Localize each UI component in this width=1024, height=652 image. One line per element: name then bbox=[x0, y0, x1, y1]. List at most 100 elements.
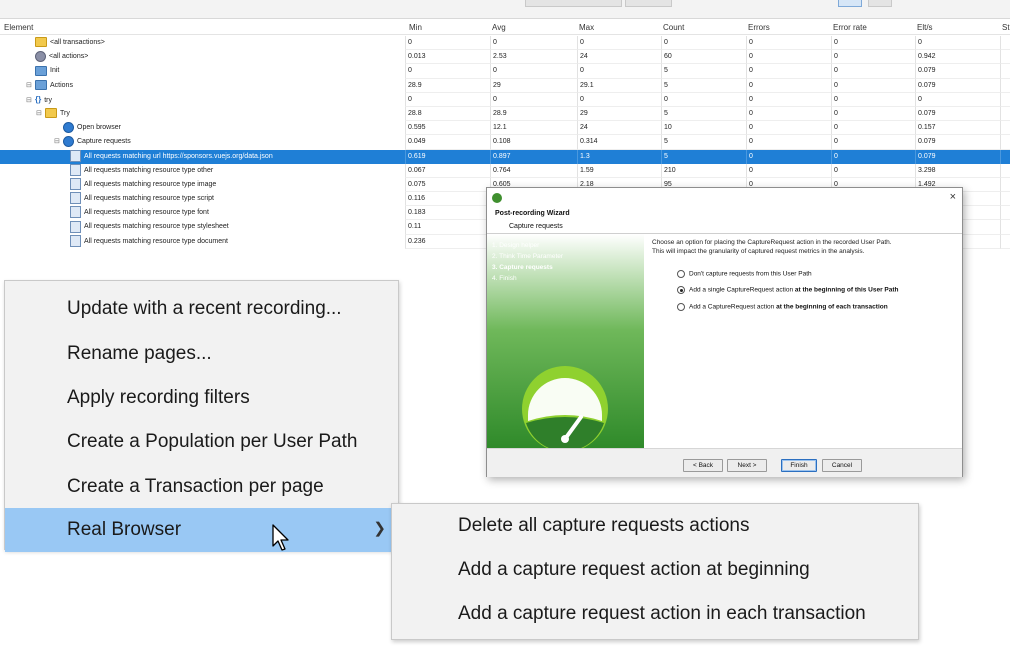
element-cell: ⊟{} try bbox=[26, 93, 52, 107]
cell-count: 5 bbox=[661, 149, 746, 164]
table-row[interactable]: All requests matching resource type othe… bbox=[0, 163, 1010, 178]
wizard-step-current: 3. Capture requests bbox=[492, 264, 553, 271]
option-text: Add a CaptureRequest action bbox=[689, 303, 777, 311]
col-errors[interactable]: Errors bbox=[748, 23, 770, 32]
cell-elts: 3.298 bbox=[915, 163, 1000, 178]
wizard-content: Choose an option for placing the Capture… bbox=[652, 238, 952, 311]
element-name: Init bbox=[50, 67, 60, 75]
option-each-transaction[interactable]: Add a CaptureRequest action at the begin… bbox=[677, 303, 888, 311]
table-row[interactable]: <all actions> 0.013 2.53 24 60 0 0 0.942 bbox=[0, 50, 1010, 65]
table-row[interactable]: Init 0 0 0 5 0 0 0.079 bbox=[0, 64, 1010, 79]
mouse-cursor-icon bbox=[272, 524, 289, 551]
page-icon bbox=[70, 220, 81, 233]
element-cell: <all transactions> bbox=[26, 36, 105, 50]
cell-min: 28.8 bbox=[405, 106, 490, 122]
col-st[interactable]: St bbox=[1002, 23, 1010, 32]
menu-item-create-population[interactable]: Create a Population per User Path bbox=[5, 420, 398, 464]
tree-toggle-icon[interactable]: ⊟ bbox=[36, 107, 43, 121]
cell-st bbox=[1000, 50, 1010, 65]
cell-count: 0 bbox=[661, 36, 746, 51]
back-button[interactable]: < Back bbox=[683, 459, 723, 472]
submenu-item-delete-capture[interactable]: Delete all capture requests actions bbox=[392, 505, 918, 549]
toolbar-control[interactable] bbox=[625, 0, 672, 7]
tree-toggle-icon[interactable]: ⊟ bbox=[26, 94, 33, 108]
page-icon bbox=[70, 192, 81, 205]
cell-max: 24 bbox=[577, 121, 661, 136]
wizard-subtitle: Capture requests bbox=[509, 223, 563, 230]
cell-count: 5 bbox=[661, 135, 746, 150]
cell-st bbox=[1000, 64, 1010, 79]
toolbar-toggle[interactable] bbox=[838, 0, 862, 7]
cell-max: 0 bbox=[577, 64, 661, 79]
table-toolbar bbox=[0, 0, 1010, 19]
cell-avg: 12.1 bbox=[490, 121, 577, 136]
cell-error-rate: 0 bbox=[831, 92, 915, 107]
element-name: All requests matching resource type styl… bbox=[84, 223, 229, 231]
menu-item-apply-filters[interactable]: Apply recording filters bbox=[5, 376, 398, 420]
col-avg[interactable]: Avg bbox=[492, 23, 506, 32]
col-count[interactable]: Count bbox=[663, 23, 684, 32]
cell-elts: 0.079 bbox=[915, 78, 1000, 93]
cell-error-rate: 0 bbox=[831, 64, 915, 79]
col-min[interactable]: Min bbox=[409, 23, 422, 32]
menu-item-create-transaction[interactable]: Create a Transaction per page bbox=[5, 465, 398, 509]
col-max[interactable]: Max bbox=[579, 23, 594, 32]
menu-item-rename-pages[interactable]: Rename pages... bbox=[5, 332, 398, 376]
cell-count: 5 bbox=[661, 78, 746, 93]
table-row[interactable]: Open browser 0.595 12.1 24 10 0 0 0.157 bbox=[0, 121, 1010, 136]
cell-errors: 0 bbox=[746, 64, 831, 79]
option-dont-capture[interactable]: Don't capture requests from this User Pa… bbox=[677, 270, 812, 278]
table-row-selected[interactable]: All requests matching url https://sponso… bbox=[0, 149, 1010, 164]
radio-icon[interactable] bbox=[677, 303, 685, 311]
option-text-bold: at the beginning of this User Path bbox=[794, 286, 899, 294]
col-elts[interactable]: Elt/s bbox=[917, 23, 933, 32]
cell-min: 28.9 bbox=[405, 78, 490, 93]
option-text: Add a single CaptureRequest action bbox=[689, 286, 795, 294]
cell-errors: 0 bbox=[746, 92, 831, 107]
table-row[interactable]: ⊟{} try 0 0 0 0 0 0 0 bbox=[0, 92, 1010, 107]
real-browser-submenu: Delete all capture requests actions Add … bbox=[391, 503, 919, 640]
wizard-description: Choose an option for placing the Capture… bbox=[652, 238, 952, 256]
cell-avg: 2.53 bbox=[490, 50, 577, 65]
submenu-item-label: Add a capture request action in each tra… bbox=[458, 603, 866, 624]
cell-errors: 0 bbox=[746, 36, 831, 51]
wizard-step: 2. Think Time Parameter bbox=[492, 253, 564, 260]
cell-avg: 0 bbox=[490, 92, 577, 107]
tree-toggle-icon[interactable]: ⊟ bbox=[54, 135, 61, 149]
page-icon bbox=[70, 234, 81, 247]
radio-selected-icon[interactable] bbox=[677, 286, 685, 294]
toolbar-control[interactable] bbox=[525, 0, 622, 7]
close-icon[interactable]: × bbox=[950, 191, 956, 203]
submenu-item-label: Add a capture request action at beginnin… bbox=[458, 559, 810, 580]
finish-button[interactable]: Finish bbox=[781, 459, 817, 472]
next-button[interactable]: Next > bbox=[727, 459, 767, 472]
col-error-rate[interactable]: Error rate bbox=[833, 23, 867, 32]
tree-toggle-icon[interactable]: ⊟ bbox=[26, 79, 33, 93]
wizard-step: 1. Design helper bbox=[492, 242, 540, 249]
cell-count: 0 bbox=[661, 92, 746, 107]
page-icon bbox=[70, 149, 81, 162]
folder-blue-icon bbox=[35, 65, 47, 76]
cancel-button[interactable]: Cancel bbox=[822, 459, 862, 472]
submenu-item-add-each-transaction[interactable]: Add a capture request action in each tra… bbox=[392, 593, 918, 637]
element-cell: Init bbox=[26, 64, 59, 78]
table-row[interactable]: ⊟ Capture requests 0.049 0.108 0.314 5 0 0 0.079 bbox=[0, 135, 1010, 150]
element-cell: ⊟ Capture requests bbox=[54, 135, 131, 149]
table-row[interactable]: <all transactions> 0 0 0 0 0 0 0 bbox=[0, 36, 1010, 51]
menu-item-update-recording[interactable]: Update with a recent recording... bbox=[5, 287, 398, 331]
menu-item-real-browser[interactable]: Real Browser ❯ bbox=[5, 508, 398, 552]
table-row[interactable]: ⊟ Actions 28.9 29 29.1 5 0 0 0.079 bbox=[0, 78, 1010, 93]
cell-avg: 29 bbox=[490, 78, 577, 93]
col-element[interactable]: Element bbox=[4, 23, 33, 32]
radio-icon[interactable] bbox=[677, 270, 685, 278]
element-name: Open browser bbox=[77, 124, 121, 132]
toolbar-toggle[interactable] bbox=[868, 0, 892, 7]
table-row[interactable]: ⊟ Try 28.8 28.9 29 5 0 0 0.079 bbox=[0, 106, 1010, 122]
cell-avg: 0.108 bbox=[490, 135, 577, 150]
submenu-item-add-at-beginning[interactable]: Add a capture request action at beginnin… bbox=[392, 549, 918, 593]
cell-elts: 0.079 bbox=[915, 135, 1000, 150]
cell-error-rate: 0 bbox=[831, 135, 915, 150]
option-single-capture[interactable]: Add a single CaptureRequest action at th… bbox=[677, 286, 899, 294]
cell-max: 0.314 bbox=[577, 135, 661, 150]
submenu-item-label: Delete all capture requests actions bbox=[458, 515, 750, 536]
